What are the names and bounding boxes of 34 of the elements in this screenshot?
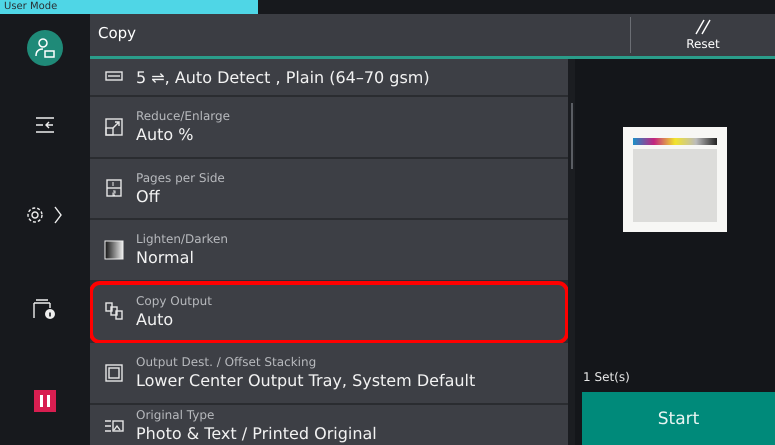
user-computer-icon[interactable]	[27, 30, 63, 66]
setting-row[interactable]: Output Dest. / Offset Stacking Lower Center Output Tray, System Default	[90, 343, 568, 404]
start-button[interactable]: Start	[582, 392, 775, 445]
setting-value: Auto %	[136, 125, 194, 144]
reset-slashes-icon	[694, 19, 712, 35]
printer-info-icon[interactable]	[33, 298, 57, 320]
setting-value: Lower Center Output Tray, System Default	[136, 371, 476, 390]
setting-row[interactable]: Reduce/Enlarge Auto %	[90, 97, 568, 158]
setting-label: Output Dest. / Offset Stacking	[136, 355, 318, 370]
setting-row[interactable]: Lighten/Darken Normal	[90, 220, 568, 282]
sliders-arrow-icon[interactable]	[35, 116, 55, 134]
setting-label: Copy Output	[136, 294, 212, 308]
setting-label: Lighten/Darken	[136, 232, 228, 246]
setting-label: Reduce/Enlarge	[136, 109, 230, 124]
setting-value: Off	[136, 186, 161, 206]
setting-value: Photo & Text / Printed Original	[136, 424, 377, 443]
setting-value: Normal	[136, 248, 195, 268]
screen-title: Copy	[97, 23, 138, 42]
stacked-pages-icon	[104, 301, 124, 322]
setting-value: 5 ⇌, Auto Detect , Plain (64–70 gsm)	[136, 68, 430, 86]
scrollbar-thumb[interactable]	[570, 103, 572, 169]
sets-count: 1 Set(s)	[582, 370, 631, 386]
numbered-pages-icon	[104, 178, 124, 198]
setting-label: Original Type	[136, 408, 216, 422]
setting-row[interactable]: Pages per Side Off	[90, 158, 568, 220]
gradient-square-icon	[104, 240, 124, 260]
output-tray-icon	[104, 362, 124, 383]
setting-row[interactable]: Copy Output Auto	[90, 282, 568, 343]
setting-value: Auto	[136, 310, 174, 329]
reset-button[interactable]: Reset	[630, 17, 775, 53]
setting-label: Pages per Side	[136, 170, 225, 185]
setting-row[interactable]: Original Type Photo & Text / Printed Original	[90, 404, 568, 445]
pause-icon[interactable]	[34, 390, 56, 412]
setting-row[interactable]: 5 ⇌, Auto Detect , Plain (64–70 gsm)	[90, 59, 568, 97]
